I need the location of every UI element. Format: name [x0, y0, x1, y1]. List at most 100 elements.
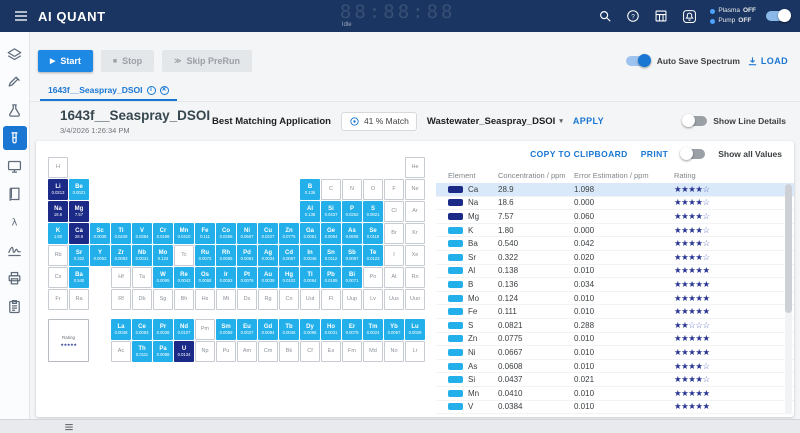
element-Ag[interactable]: Ag0.0034	[258, 245, 278, 266]
element-As[interactable]: As0.0608	[342, 223, 362, 244]
element-Li[interactable]: Li0.0213	[48, 179, 68, 200]
element-Rf[interactable]: Rf	[111, 289, 131, 310]
element-Se[interactable]: Se0.0119	[363, 223, 383, 244]
sidebar-item-flask[interactable]	[3, 98, 27, 122]
element-No[interactable]: No	[384, 341, 404, 362]
element-Th[interactable]: Th0.0111	[132, 341, 152, 362]
element-Co[interactable]: Co0.0266	[216, 223, 236, 244]
element-Ce[interactable]: Ce0.0093	[132, 319, 152, 340]
element-Ge[interactable]: Ge0.0094	[321, 223, 341, 244]
element-Tl[interactable]: Tl0.0064	[300, 267, 320, 288]
result-row-Mn[interactable]: Mn0.04100.010★★★★★	[436, 387, 794, 401]
scrollbar-thumb[interactable]	[785, 184, 792, 313]
element-Y[interactable]: Y0.0052	[90, 245, 110, 266]
element-N[interactable]: N	[342, 179, 362, 200]
element-Fm[interactable]: Fm	[342, 341, 362, 362]
stop-button[interactable]: ■ Stop	[101, 50, 154, 72]
element-Mg[interactable]: Mg7.57	[69, 201, 89, 222]
show-all-values-toggle[interactable]	[681, 149, 705, 159]
result-row-S[interactable]: S0.08210.288★★☆☆☆	[436, 319, 794, 333]
result-row-Mo[interactable]: Mo0.1240.010★★★★★	[436, 292, 794, 306]
element-Hf[interactable]: Hf	[111, 267, 131, 288]
element-U[interactable]: U0.0134	[174, 341, 194, 362]
element-Ac[interactable]: Ac	[111, 341, 131, 362]
skip-prerun-button[interactable]: ≫ Skip PreRun	[162, 50, 252, 72]
element-Cm[interactable]: Cm	[258, 341, 278, 362]
element-Nb[interactable]: Nb0.0041	[132, 245, 152, 266]
element-Pm[interactable]: Pm	[195, 319, 215, 340]
element-Re[interactable]: Re0.0042	[174, 267, 194, 288]
element-Db[interactable]: Db	[132, 289, 152, 310]
element-Au[interactable]: Au0.0039	[258, 267, 278, 288]
element-Cl[interactable]: Cl	[384, 201, 404, 222]
result-row-As[interactable]: As0.06080.010★★★★☆	[436, 360, 794, 374]
element-P[interactable]: P0.0262	[342, 201, 362, 222]
element-La[interactable]: La0.0048	[111, 319, 131, 340]
element-O[interactable]: O	[363, 179, 383, 200]
element-Rg[interactable]: Rg	[258, 289, 278, 310]
element-Sr[interactable]: Sr0.322	[69, 245, 89, 266]
element-Uus[interactable]: Uus	[384, 289, 404, 310]
alarm-icon[interactable]	[678, 5, 700, 27]
element-Lu[interactable]: Lu0.0029	[405, 319, 425, 340]
header-power-toggle[interactable]	[766, 11, 790, 21]
load-button[interactable]: LOAD	[747, 56, 788, 67]
element-Sb[interactable]: Sb0.0087	[342, 245, 362, 266]
element-Gd[interactable]: Gd0.0084	[258, 319, 278, 340]
result-row-K[interactable]: K1.800.000★★★★☆	[436, 224, 794, 238]
element-Bi[interactable]: Bi0.0071	[342, 267, 362, 288]
element-Uup[interactable]: Uup	[342, 289, 362, 310]
help-icon[interactable]: ?	[622, 5, 644, 27]
element-B[interactable]: B0.136	[300, 179, 320, 200]
element-Kr[interactable]: Kr	[405, 223, 425, 244]
element-Pa[interactable]: Pa0.0088	[153, 341, 173, 362]
element-Ca[interactable]: Ca28.9	[69, 223, 89, 244]
element-Sm[interactable]: Sm0.0059	[216, 319, 236, 340]
result-row-Ba[interactable]: Ba0.5400.042★★★★☆	[436, 237, 794, 251]
element-S[interactable]: S0.0821	[363, 201, 383, 222]
element-Pu[interactable]: Pu	[216, 341, 236, 362]
element-Ds[interactable]: Ds	[237, 289, 257, 310]
element-Rb[interactable]: Rb	[48, 245, 68, 266]
tab-close-icon[interactable]: ✕	[160, 86, 169, 95]
element-Tb[interactable]: Tb0.0045	[279, 319, 299, 340]
element-Hg[interactable]: Hg0.0102	[279, 267, 299, 288]
result-row-Si[interactable]: Si0.04370.021★★★★☆	[436, 373, 794, 387]
result-row-Mg[interactable]: Mg7.570.060★★★★☆	[436, 210, 794, 224]
element-I[interactable]: I	[384, 245, 404, 266]
element-Po[interactable]: Po	[363, 267, 383, 288]
element-Pt[interactable]: Pt0.0076	[237, 267, 257, 288]
sidebar-item-display[interactable]	[3, 154, 27, 178]
element-Lv[interactable]: Lv	[363, 289, 383, 310]
element-Ga[interactable]: Ga0.0061	[300, 223, 320, 244]
start-button[interactable]: ▶ Start	[38, 50, 93, 72]
element-Bk[interactable]: Bk	[279, 341, 299, 362]
element-Md[interactable]: Md	[363, 341, 383, 362]
element-Er[interactable]: Er0.0078	[342, 319, 362, 340]
element-Cn[interactable]: Cn	[279, 289, 299, 310]
tab-sample[interactable]: 1643f__Seaspray_DSOI i ✕	[40, 85, 177, 101]
element-Fr[interactable]: Fr	[48, 289, 68, 310]
show-line-details-toggle[interactable]	[683, 116, 707, 126]
element-Tc[interactable]: Tc	[174, 245, 194, 266]
element-Ni[interactable]: Ni0.0667	[237, 223, 257, 244]
element-Sc[interactable]: Sc0.0038	[90, 223, 110, 244]
element-K[interactable]: K1.80	[48, 223, 68, 244]
auto-save-spectrum-toggle[interactable]	[626, 56, 650, 66]
element-Es[interactable]: Es	[321, 341, 341, 362]
result-row-Sr[interactable]: Sr0.3220.020★★★★☆	[436, 251, 794, 265]
application-select[interactable]: Wastewater_Seaspray_DSOI ▾	[427, 116, 563, 127]
element-At[interactable]: At	[384, 267, 404, 288]
element-Mt[interactable]: Mt	[216, 289, 236, 310]
element-V[interactable]: V0.0384	[132, 223, 152, 244]
sidebar-item-printer[interactable]	[3, 266, 27, 290]
element-In[interactable]: In0.0046	[300, 245, 320, 266]
element-Al[interactable]: Al0.138	[300, 201, 320, 222]
element-Uuo[interactable]: Uuo	[405, 289, 425, 310]
copy-to-clipboard-button[interactable]: COPY TO CLIPBOARD	[530, 149, 628, 159]
element-Np[interactable]: Np	[195, 341, 215, 362]
sidebar-item-lambda[interactable]: λ	[3, 210, 27, 234]
sidebar-item-layers[interactable]	[3, 42, 27, 66]
element-C[interactable]: C	[321, 179, 341, 200]
element-Sn[interactable]: Sn0.0112	[321, 245, 341, 266]
